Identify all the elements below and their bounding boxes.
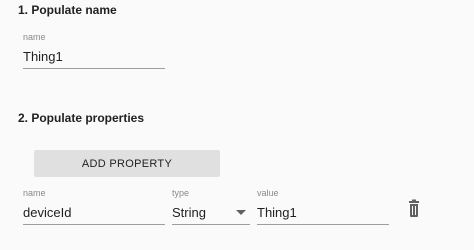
thing-name-input[interactable]	[23, 48, 165, 65]
property-type-value: String	[172, 205, 206, 220]
delete-property-button[interactable]	[404, 199, 424, 219]
thing-name-label: name	[23, 32, 46, 42]
property-type-label: type	[172, 188, 190, 198]
section-title-properties: 2. Populate properties	[18, 111, 145, 125]
property-value-field[interactable]: value	[257, 188, 389, 225]
section-title-name: 1. Populate name	[18, 3, 117, 17]
property-type-dropdown[interactable]: String	[172, 204, 250, 221]
trash-icon[interactable]	[404, 199, 424, 219]
property-name-label: name	[23, 188, 46, 198]
property-value-label: value	[257, 188, 279, 198]
add-property-button[interactable]: ADD PROPERTY	[34, 150, 220, 177]
property-value-underline	[257, 224, 389, 225]
thing-name-field[interactable]: name	[23, 32, 165, 69]
property-name-underline	[23, 224, 165, 225]
property-type-select[interactable]: type String	[172, 188, 250, 225]
property-name-field[interactable]: name	[23, 188, 165, 225]
property-name-input[interactable]	[23, 204, 165, 221]
chevron-down-icon[interactable]	[236, 210, 246, 215]
property-type-underline	[172, 224, 250, 225]
thing-name-underline	[23, 68, 165, 69]
property-value-input[interactable]	[257, 204, 389, 221]
